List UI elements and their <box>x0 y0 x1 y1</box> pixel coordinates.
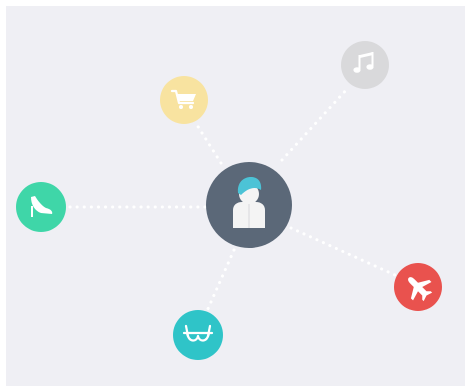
connector-music <box>280 86 350 162</box>
node-shopping-cart[interactable] <box>160 76 208 124</box>
connector-airplane <box>289 226 397 277</box>
node-high-heel[interactable] <box>16 182 66 232</box>
connector-bra <box>205 248 236 313</box>
music-node-circle <box>341 41 389 89</box>
node-airplane[interactable] <box>394 263 442 311</box>
hub-user[interactable] <box>206 162 292 248</box>
connector-shopping-cart <box>195 123 223 165</box>
interest-network-diagram <box>16 41 442 360</box>
node-bra[interactable] <box>173 310 223 360</box>
diagram-canvas <box>0 0 471 392</box>
node-music[interactable] <box>341 41 389 89</box>
